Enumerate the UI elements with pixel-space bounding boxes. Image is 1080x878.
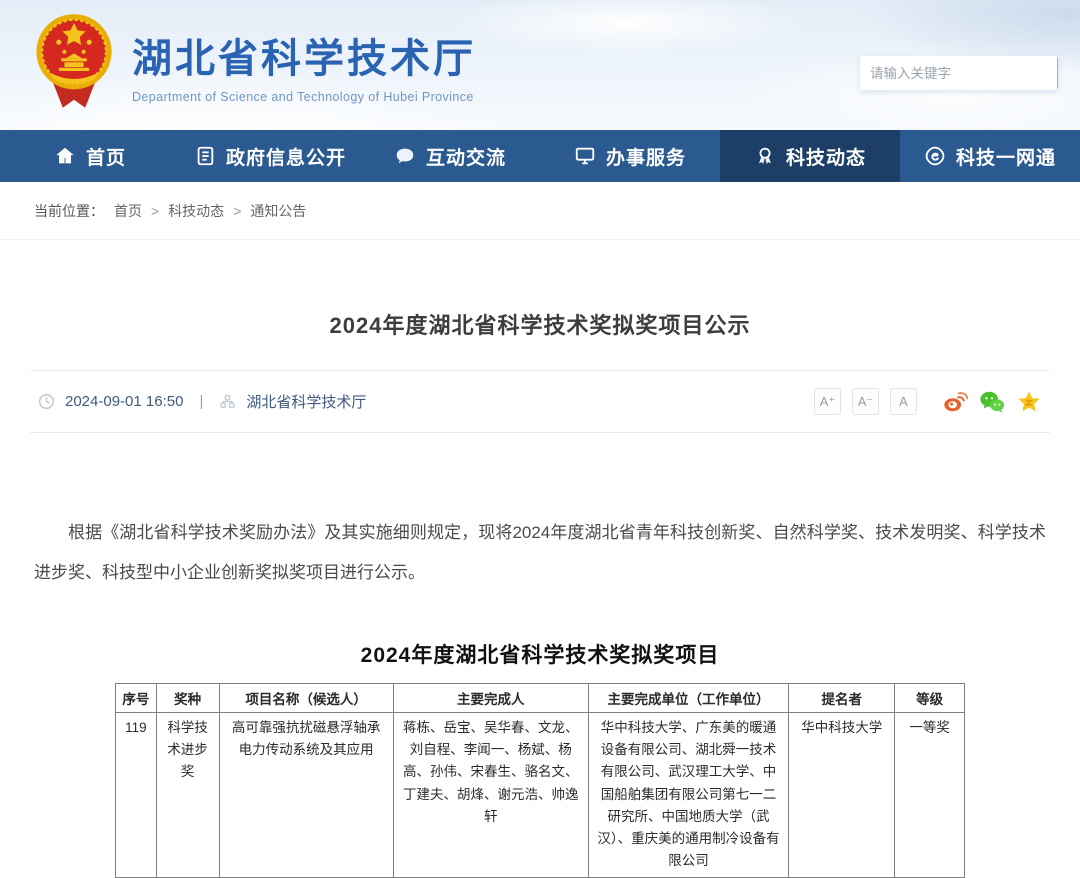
cell-no: 119 bbox=[116, 712, 157, 877]
article: 2024年度湖北省科学技术奖拟奖项目公示 2024-09-01 16:50 | … bbox=[0, 308, 1080, 878]
medal-icon bbox=[754, 145, 776, 167]
cell-project: 高可靠强抗扰磁悬浮轴承电力传动系统及其应用 bbox=[219, 712, 393, 877]
nav-label: 互动交流 bbox=[426, 143, 506, 170]
site-search bbox=[860, 56, 1058, 90]
nav-item-services[interactable]: 办事服务 bbox=[540, 130, 720, 182]
main-nav: 首页 政府信息公开 互动交流 办事服务 科技动态 bbox=[0, 130, 1080, 182]
weibo-share-icon[interactable] bbox=[942, 389, 968, 415]
clock-icon bbox=[38, 393, 55, 410]
nav-item-home[interactable]: 首页 bbox=[0, 130, 180, 182]
col-header-completers: 主要完成人 bbox=[393, 683, 588, 712]
breadcrumb-label: 当前位置： bbox=[34, 201, 104, 221]
article-title: 2024年度湖北省科学技术奖拟奖项目公示 bbox=[30, 308, 1050, 340]
font-increase-button[interactable]: A⁺ bbox=[814, 388, 841, 415]
breadcrumb-item-home[interactable]: 首页 bbox=[114, 201, 142, 221]
nav-item-gov-info[interactable]: 政府信息公开 bbox=[180, 130, 360, 182]
table-title: 2024年度湖北省科学技术奖拟奖项目 bbox=[30, 639, 1050, 669]
search-icon bbox=[1057, 64, 1058, 82]
site-logo-link[interactable]: 湖北省科学技术厅 Department of Science and Techn… bbox=[34, 10, 476, 116]
favorite-star-icon[interactable] bbox=[1016, 389, 1042, 415]
organization-icon bbox=[219, 393, 236, 410]
cell-nominator: 华中科技大学 bbox=[789, 712, 895, 877]
chat-bubble-icon bbox=[394, 145, 416, 167]
breadcrumb-item-notices[interactable]: 通知公告 bbox=[250, 201, 306, 221]
search-input[interactable] bbox=[860, 56, 1057, 90]
document-icon bbox=[194, 145, 216, 167]
article-meta-right: A⁺ A⁻ A bbox=[814, 388, 1042, 415]
site-banner: 湖北省科学技术厅 Department of Science and Techn… bbox=[0, 0, 1080, 130]
col-header-units: 主要完成单位（工作单位） bbox=[588, 683, 788, 712]
article-meta: 2024-09-01 16:50 | 湖北省科学技术厅 A⁺ A⁻ A bbox=[30, 371, 1050, 432]
col-header-grade: 等级 bbox=[895, 683, 965, 712]
site-subtitle: Department of Science and Technology of … bbox=[132, 90, 476, 104]
publish-date: 2024-09-01 16:50 bbox=[65, 393, 183, 410]
breadcrumb: 当前位置： 首页 > 科技动态 > 通知公告 bbox=[0, 182, 1080, 240]
nav-item-tech-news[interactable]: 科技动态 bbox=[720, 130, 900, 182]
national-emblem-icon bbox=[34, 10, 114, 116]
breadcrumb-item-tech-news[interactable]: 科技动态 bbox=[168, 201, 224, 221]
article-source: 湖北省科学技术厅 bbox=[246, 391, 366, 412]
nav-label: 科技一网通 bbox=[956, 143, 1056, 170]
meta-divider: | bbox=[199, 393, 203, 410]
breadcrumb-separator: > bbox=[151, 203, 159, 219]
wechat-share-icon[interactable] bbox=[979, 389, 1005, 415]
site-identity: 湖北省科学技术厅 Department of Science and Techn… bbox=[132, 23, 476, 104]
home-icon bbox=[54, 145, 76, 167]
cell-completers: 蒋栋、岳宝、吴华春、文龙、刘自程、李闻一、杨斌、杨高、孙伟、宋春生、骆名文、丁建… bbox=[393, 712, 588, 877]
col-header-no: 序号 bbox=[116, 683, 157, 712]
font-reset-button[interactable]: A bbox=[890, 388, 917, 415]
nav-label: 政府信息公开 bbox=[226, 143, 346, 170]
col-header-nominator: 提名者 bbox=[789, 683, 895, 712]
col-header-award-type: 奖种 bbox=[156, 683, 219, 712]
awards-table: 序号 奖种 项目名称（候选人） 主要完成人 主要完成单位（工作单位） 提名者 等… bbox=[115, 683, 965, 878]
nav-item-one-net[interactable]: 科技一网通 bbox=[900, 130, 1080, 182]
search-button[interactable] bbox=[1057, 56, 1058, 90]
cell-award-type: 科学技术进步奖 bbox=[156, 712, 219, 877]
nav-label: 首页 bbox=[86, 143, 126, 170]
table-row: 119 科学技术进步奖 高可靠强抗扰磁悬浮轴承电力传动系统及其应用 蒋栋、岳宝、… bbox=[116, 712, 965, 877]
monitor-icon bbox=[574, 145, 596, 167]
nav-label: 办事服务 bbox=[606, 143, 686, 170]
article-meta-left: 2024-09-01 16:50 | 湖北省科学技术厅 bbox=[38, 391, 366, 412]
font-decrease-button[interactable]: A⁻ bbox=[852, 388, 879, 415]
breadcrumb-separator: > bbox=[233, 203, 241, 219]
divider bbox=[30, 432, 1050, 433]
nav-label: 科技动态 bbox=[786, 143, 866, 170]
cell-grade: 一等奖 bbox=[895, 712, 965, 877]
nav-item-interaction[interactable]: 互动交流 bbox=[360, 130, 540, 182]
col-header-project: 项目名称（候选人） bbox=[219, 683, 393, 712]
article-body: 根据《湖北省科学技术奖励办法》及其实施细则规定，现将2024年度湖北省青年科技创… bbox=[30, 513, 1050, 593]
table-header-row: 序号 奖种 项目名称（候选人） 主要完成人 主要完成单位（工作单位） 提名者 等… bbox=[116, 683, 965, 712]
cell-units: 华中科技大学、广东美的暖通设备有限公司、湖北舜一技术有限公司、武汉理工大学、中国… bbox=[588, 712, 788, 877]
site-title: 湖北省科学技术厅 bbox=[132, 37, 476, 81]
e-portal-icon bbox=[924, 145, 946, 167]
